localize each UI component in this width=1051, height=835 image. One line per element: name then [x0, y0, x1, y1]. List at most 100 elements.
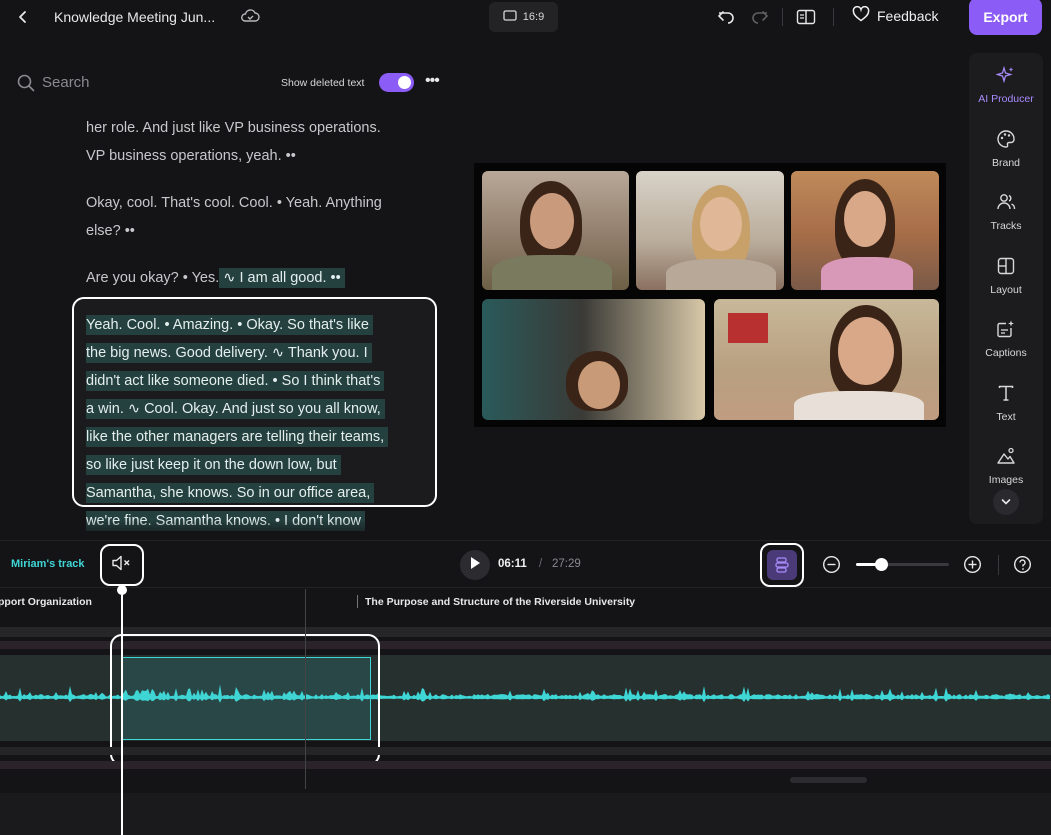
sidebar-item-images[interactable]: Images [969, 446, 1043, 486]
project-title[interactable]: Knowledge Meeting Jun... [54, 9, 215, 25]
transcript-highlight[interactable]: the big news. Good delivery. ∿ Thank you… [86, 343, 372, 363]
aspect-ratio-button[interactable]: 16:9 [489, 2, 558, 32]
sidebar-item-label: Layout [990, 284, 1022, 296]
feedback-label: Feedback [877, 7, 939, 24]
transcript-paragraph[interactable]: Okay, cool. That's cool. Cool. • Yeah. A… [86, 189, 436, 245]
users-icon [996, 192, 1016, 215]
transcript-paragraph-selected[interactable]: Yeah. Cool. • Amazing. • Okay. So that's… [86, 311, 436, 534]
sidebar-item-text[interactable]: Text [969, 383, 1043, 423]
layout-toggle-button[interactable] [760, 543, 804, 587]
divider [782, 8, 783, 26]
transcript-line[interactable]: a win. ∿ Cool. Okay. And just so you all… [86, 395, 436, 423]
sidebar-item-label: AI Producer [978, 93, 1034, 105]
captions-icon [996, 319, 1016, 342]
heart-icon [852, 5, 870, 25]
text-icon [996, 383, 1016, 406]
playhead[interactable] [121, 590, 123, 835]
participant-face [578, 361, 620, 409]
transcript-highlight[interactable]: a win. ∿ Cool. Okay. And just so you all… [86, 399, 385, 419]
transcript-line[interactable]: Okay, cool. That's cool. Cool. • Yeah. A… [86, 189, 436, 217]
toggle-knob [398, 76, 411, 89]
redo-icon[interactable] [750, 7, 770, 32]
transcript-highlight[interactable]: like the other managers are telling thei… [86, 427, 389, 447]
participant-body [821, 257, 913, 290]
timeline-lane[interactable] [0, 793, 1051, 835]
search-input[interactable] [42, 70, 242, 94]
back-arrow-icon[interactable] [12, 6, 34, 28]
sidebar-item-layout[interactable]: Layout [969, 256, 1043, 296]
undo-icon[interactable] [716, 7, 736, 32]
playhead-handle[interactable] [117, 585, 127, 595]
transcript-line[interactable]: didn't act like someone died. • So I thi… [86, 367, 436, 395]
transcript-line[interactable]: her role. And just like VP business oper… [86, 114, 436, 142]
split-view-icon[interactable] [796, 7, 816, 32]
timeline-marker [305, 589, 306, 789]
sidebar-item-label: Images [988, 474, 1024, 486]
transcript-line[interactable]: Samantha, she knows. So in our office ar… [86, 479, 436, 507]
timeline-lane[interactable] [0, 747, 1051, 755]
zoom-slider-handle[interactable] [875, 558, 889, 571]
participant-body [492, 255, 612, 290]
help-icon[interactable] [1013, 555, 1032, 579]
participant-face [844, 191, 886, 247]
transcript-line[interactable]: VP business operations, yeah. •• [86, 142, 436, 170]
play-button[interactable] [460, 550, 490, 580]
chevron-down-icon[interactable] [993, 489, 1019, 515]
palette-icon [996, 129, 1016, 152]
timeline[interactable]: pport Organization The Purpose and Struc… [0, 589, 1051, 835]
show-deleted-toggle[interactable] [379, 73, 414, 92]
right-sidebar: AI Producer Brand Tracks Layout Captions… [969, 53, 1043, 524]
transcript-line[interactable]: like the other managers are telling thei… [86, 423, 436, 451]
zoom-slider[interactable] [856, 558, 949, 571]
sidebar-item-captions[interactable]: Captions [969, 319, 1043, 359]
cloud-sync-icon [240, 7, 260, 30]
chapter-label[interactable]: pport Organization [0, 596, 92, 608]
sparkle-icon [995, 65, 1016, 88]
divider [833, 8, 834, 26]
sidebar-item-label: Text [996, 411, 1016, 423]
divider [998, 555, 999, 575]
sidebar-item-tracks[interactable]: Tracks [969, 192, 1043, 232]
sidebar-item-label: Brand [991, 157, 1021, 169]
transcript-line[interactable]: the big news. Good delivery. ∿ Thank you… [86, 339, 436, 367]
total-time: 27:29 [552, 558, 581, 570]
play-icon [469, 556, 481, 575]
transcript-line[interactable]: so like just keep it on the down low, bu… [86, 451, 436, 479]
transcript-highlight[interactable]: Samantha, she knows. So in our office ar… [86, 483, 375, 503]
transcript-panel[interactable]: her role. And just like VP business oper… [86, 114, 436, 534]
transcript-highlight[interactable]: didn't act like someone died. • So I thi… [86, 371, 385, 391]
video-tile-participant [482, 299, 705, 420]
layout-icon [996, 256, 1016, 279]
video-preview[interactable] [474, 163, 946, 427]
aspect-ratio-label: 16:9 [522, 11, 545, 23]
zoom-out-icon[interactable] [822, 555, 841, 579]
timeline-scrollbar[interactable] [790, 777, 867, 783]
participant-body [666, 259, 776, 290]
transcript-highlight[interactable]: ∿ I am all good. •• [219, 268, 345, 288]
export-button[interactable]: Export [969, 0, 1042, 35]
feedback-button[interactable]: Feedback [852, 5, 939, 25]
transcript-line[interactable]: Are you okay? • Yes. ∿ I am all good. •• [86, 264, 436, 292]
transcript-line[interactable]: else? •• [86, 217, 436, 245]
transcript-text[interactable]: Are you okay? • Yes. [86, 270, 219, 286]
transcript-paragraph[interactable]: her role. And just like VP business oper… [86, 114, 436, 170]
timeline-lane[interactable] [0, 761, 1051, 769]
track-name[interactable]: Miriam's track [11, 558, 85, 570]
speaker-muted-icon [111, 554, 133, 577]
transcript-fade [0, 520, 460, 540]
chapter-label[interactable]: The Purpose and Structure of the Riversi… [365, 596, 635, 608]
participant-face [838, 317, 894, 385]
search-icon [17, 74, 35, 97]
transcript-paragraph[interactable]: Are you okay? • Yes. ∿ I am all good. •• [86, 264, 436, 292]
transcript-line[interactable]: Yeah. Cool. • Amazing. • Okay. So that's… [86, 311, 436, 339]
transcript-highlight[interactable]: so like just keep it on the down low, bu… [86, 455, 341, 475]
transcript-highlight[interactable]: Yeah. Cool. • Amazing. • Okay. So that's… [86, 315, 373, 335]
mute-button[interactable] [100, 544, 144, 586]
player-bar: Miriam's track 06:11 / 27:29 [0, 540, 1051, 588]
time-separator: / [539, 558, 543, 570]
zoom-in-icon[interactable] [963, 555, 982, 579]
aspect-ratio-icon [503, 10, 517, 24]
sidebar-item-ai-producer[interactable]: AI Producer [969, 65, 1043, 105]
more-options-icon[interactable]: ••• [425, 72, 440, 90]
sidebar-item-brand[interactable]: Brand [969, 129, 1043, 169]
